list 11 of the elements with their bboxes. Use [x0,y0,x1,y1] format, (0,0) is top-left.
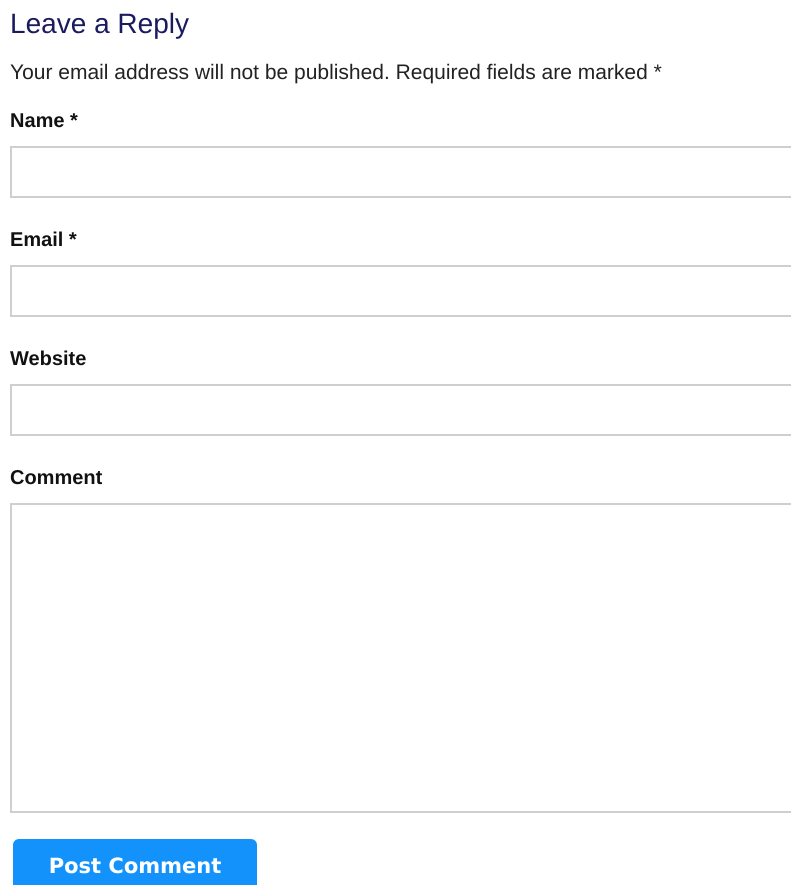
input-field[interactable] [10,384,791,436]
field-label: Comment [10,466,102,490]
input-field[interactable] [10,146,791,198]
field-label: Email * [10,228,77,252]
post-comment-button[interactable]: Post Comment [13,839,257,885]
input-field[interactable] [10,265,791,317]
form-title: Leave a Reply [10,7,190,41]
field-label: Name * [10,109,78,133]
required-note: Your email address will not be published. Required fields are marked * [10,60,662,86]
comment-field[interactable] [10,503,791,813]
field-label: Website [10,347,86,371]
